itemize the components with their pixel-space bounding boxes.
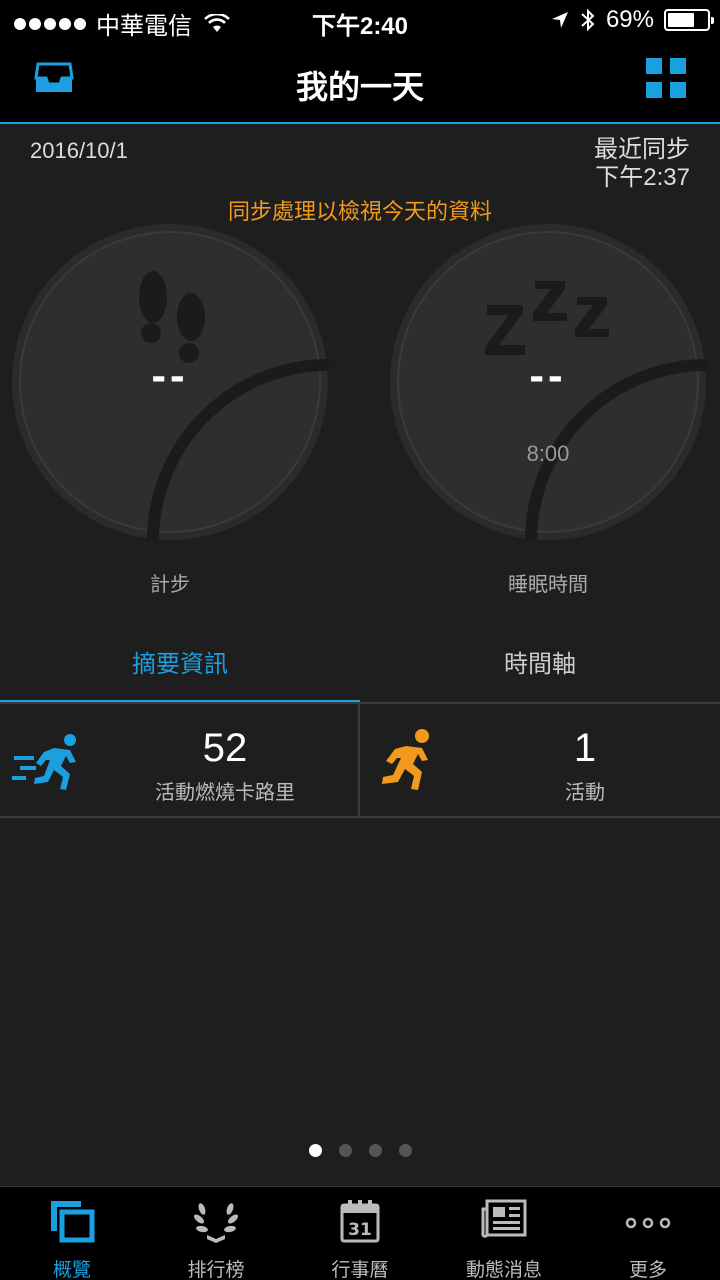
tab-bar: 摘要資訊 時間軸	[0, 612, 720, 704]
newspaper-icon	[481, 1199, 527, 1238]
steps-gauge[interactable]: --	[11, 223, 329, 541]
page-dot[interactable]	[338, 1144, 352, 1157]
calendar-icon: 31	[340, 1200, 380, 1243]
calories-label: 活動燃燒卡路里	[155, 782, 295, 804]
running-icon	[382, 729, 429, 790]
calories-card[interactable]: 52 活動燃燒卡路里	[0, 704, 360, 818]
sleep-label: 睡眠時間	[508, 574, 588, 596]
sleep-goal: 8:00	[526, 441, 570, 466]
page-indicator[interactable]	[0, 1144, 720, 1157]
nav-leaderboard[interactable]: 排行榜	[144, 1187, 288, 1280]
calories-value: 52	[202, 726, 248, 770]
tab-timeline[interactable]: 時間軸	[360, 612, 720, 704]
grid-icon[interactable]	[646, 58, 686, 98]
tab-summary[interactable]: 摘要資訊	[0, 612, 360, 704]
page-title: 我的一天	[295, 69, 424, 105]
page-dot[interactable]	[398, 1144, 412, 1157]
battery-percent: 69%	[605, 6, 654, 33]
bottom-nav: 概覽 排行榜 31 行事曆 動態消息 更多	[0, 1186, 720, 1280]
nav-overview[interactable]: 概覽	[0, 1187, 144, 1280]
nav-newsfeed-label: 動態消息	[465, 1260, 542, 1280]
nav-calendar-label: 行事曆	[331, 1260, 389, 1280]
last-sync: 最近同步 下午2:37	[594, 136, 690, 192]
sleep-value: --	[529, 351, 567, 400]
status-bar: 中華電信 下午2:40 69%	[0, 0, 720, 40]
sync-message[interactable]: 同步處理以檢視今天的資料	[0, 194, 720, 226]
stats-row: 52 活動燃燒卡路里 1 活動	[0, 704, 720, 818]
activities-card[interactable]: 1 活動	[360, 704, 720, 818]
nav-more-label: 更多	[628, 1260, 667, 1280]
sync-time: 下午2:37	[595, 164, 690, 191]
nav-calendar[interactable]: 31 行事曆	[288, 1187, 432, 1280]
activities-label: 活動	[565, 782, 605, 804]
current-date: 2016/10/1	[30, 138, 128, 163]
battery-icon	[664, 9, 714, 31]
status-right: 69%	[550, 6, 714, 34]
nav-newsfeed[interactable]: 動態消息	[432, 1187, 576, 1280]
sleep-gauge[interactable]: -- 8:00	[389, 223, 707, 541]
running-fast-icon	[12, 734, 76, 790]
sync-label: 最近同步	[594, 136, 690, 163]
sleep-zzz-icon	[485, 281, 609, 355]
page-dot[interactable]	[368, 1144, 382, 1157]
nav-more[interactable]: 更多	[576, 1187, 720, 1280]
steps-value: --	[151, 351, 189, 400]
nav-overview-label: 概覽	[52, 1260, 91, 1280]
app-header: 我的一天	[0, 40, 720, 124]
laurel-icon	[194, 1203, 238, 1243]
page-dot[interactable]	[308, 1144, 322, 1157]
location-arrow-icon	[551, 12, 568, 28]
nav-leaderboard-label: 排行榜	[187, 1260, 245, 1280]
svg-text:31: 31	[348, 1220, 372, 1240]
steps-label: 計步	[150, 574, 190, 596]
overview-icon	[51, 1201, 95, 1243]
more-icon	[625, 1217, 671, 1229]
activities-value: 1	[573, 726, 597, 770]
bluetooth-icon	[581, 8, 595, 32]
